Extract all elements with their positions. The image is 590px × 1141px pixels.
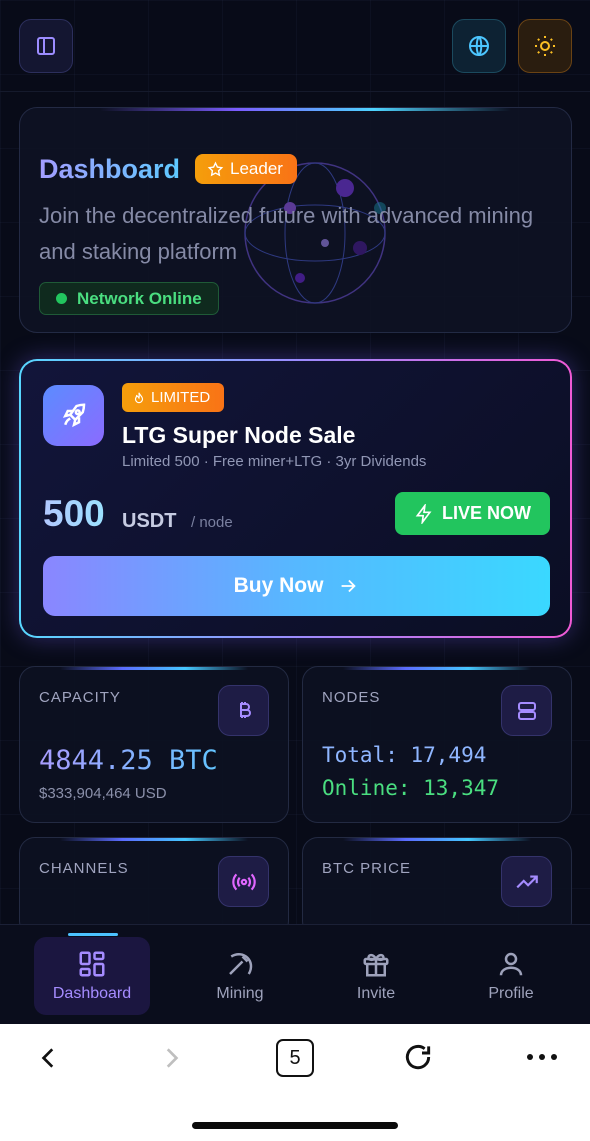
forward-icon[interactable] [158,1044,184,1072]
sidebar-toggle-button[interactable] [19,19,73,73]
btc-price-accent-line [343,838,531,841]
capacity-card: CAPACITY 4844.25 BTC $333,904,464 USD [19,666,289,823]
nav-dashboard-label: Dashboard [52,985,132,1002]
btc-price-icon-box [501,856,552,907]
limited-badge: LIMITED [122,383,225,412]
btc-price-label: BTC PRICE [322,860,412,877]
page-title: Dashboard [39,154,181,184]
network-status-label: Network Online [77,288,202,308]
more-icon[interactable] [524,1048,560,1066]
arrow-right-icon [342,579,357,593]
status-dot [56,293,67,304]
leader-badge-label: Leader [230,159,283,178]
language-button[interactable] [452,19,506,73]
btc-price-card: BTC PRICE [302,837,572,937]
price-unit: USDT [122,510,177,532]
nodes-accent-line [343,667,531,670]
channels-card: CHANNELS [19,837,289,937]
app-screen: Dashboard Leader Join the decentralized … [0,0,590,1024]
sale-subtitle: Limited 500 · Free miner+LTG · 3yr Divid… [122,453,427,470]
capacity-accent-line [60,667,248,670]
channels-label: CHANNELS [39,860,129,877]
home-indicator [192,1122,398,1129]
channels-accent-line [60,838,248,841]
lightning-icon [415,503,432,524]
bottom-navigation: Dashboard Mining Invite Profile [0,924,590,1024]
nav-profile-label: Profile [488,985,534,1002]
nav-invite-label: Invite [356,985,396,1002]
nav-mining-label: Mining [216,985,264,1002]
nav-invite[interactable]: Invite [318,937,434,1015]
theme-toggle-button[interactable] [518,19,572,73]
nav-mining[interactable]: Mining [182,937,298,1015]
broadcast-icon [231,873,256,890]
grid-icon [79,951,105,977]
leader-badge: Leader [195,154,297,184]
capacity-usd: $333,904,464 USD [39,785,167,802]
bitcoin-icon [239,701,251,718]
nodes-online: Online: 13,347 [322,776,500,800]
nav-profile[interactable]: Profile [453,937,569,1015]
star-icon [207,160,224,176]
live-now-button[interactable]: LIVE NOW [395,492,550,535]
server-icon [517,701,536,720]
reload-icon[interactable] [402,1041,434,1073]
hero-card: Dashboard Leader Join the decentralized … [19,107,572,333]
sale-title: LTG Super Node Sale [122,422,356,448]
nodes-total: Total: 17,494 [322,743,487,767]
rocket-icon [62,402,85,427]
channels-icon-box [218,856,269,907]
live-now-label: LIVE NOW [442,503,531,523]
browser-toolbar: 5 [0,1024,590,1141]
buy-now-label: Buy Now [233,574,324,597]
globe-icon [469,36,489,56]
nodes-label: NODES [322,689,381,706]
sidebar-icon [37,37,55,55]
network-status-badge: Network Online [39,282,219,315]
capacity-icon-box [218,685,269,736]
nodes-icon-box [501,685,552,736]
capacity-value: 4844.25 BTC [39,745,218,776]
tab-count-button[interactable]: 5 [276,1039,314,1077]
price-per-node: / node [191,514,233,531]
user-icon [499,952,523,976]
flame-icon [134,392,144,403]
node-sale-card: LIMITED LTG Super Node Sale Limited 500 … [19,359,572,638]
gift-icon [363,953,389,977]
top-bar [0,0,590,92]
hero-accent-line [100,108,511,111]
nodes-card: NODES Total: 17,494 Online: 13,347 [302,666,572,823]
buy-now-button[interactable]: Buy Now [43,556,550,616]
limited-badge-label: LIMITED [151,389,211,406]
nav-dashboard[interactable]: Dashboard [34,937,150,1015]
price-value: 500 [43,493,105,534]
tab-count-label: 5 [289,1046,301,1069]
sun-icon [535,36,555,56]
pickaxe-icon [229,953,253,975]
rocket-badge [43,385,104,446]
trending-up-icon [515,875,538,888]
capacity-label: CAPACITY [39,689,121,706]
active-tab-indicator [68,933,118,936]
hero-subtitle: Join the decentralized future with advan… [39,203,534,264]
back-icon[interactable] [36,1044,62,1072]
